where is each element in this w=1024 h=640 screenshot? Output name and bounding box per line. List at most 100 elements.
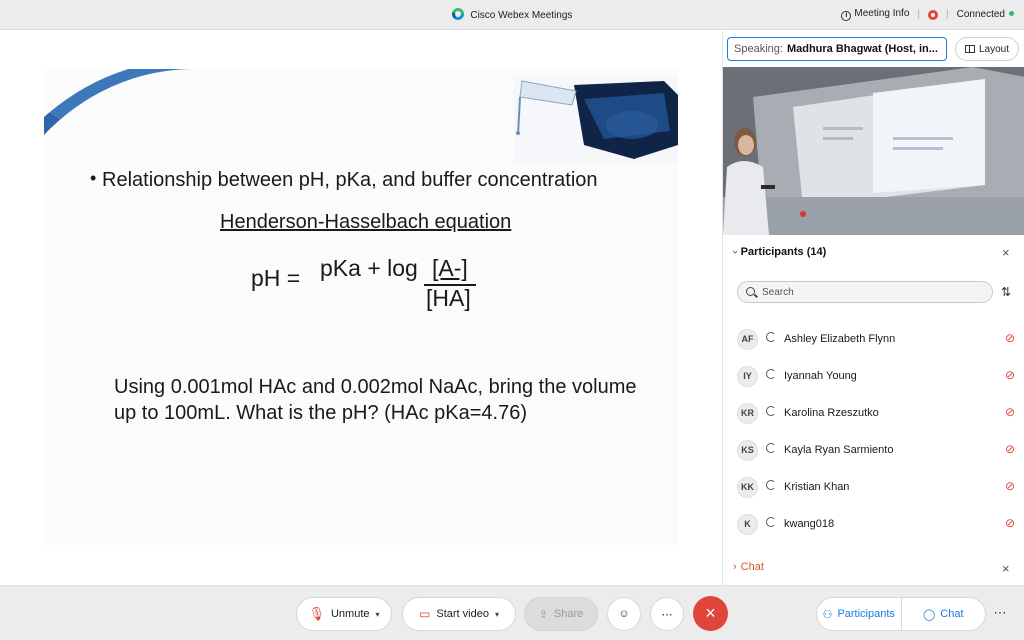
chat-panel-header[interactable]: › Chat [733,561,764,573]
emoji-icon: ☺ [618,608,630,620]
slide-bullet: Relationship between pH, pKa, and buffer… [90,168,598,192]
equation-denominator: [HA] [426,285,471,311]
audio-connection-icon [766,517,776,527]
share-icon: ⇪ [538,608,548,621]
start-video-label: Start video [436,608,489,620]
shared-slide: Relationship between pH, pKa, and buffer… [44,69,678,545]
speaker-video[interactable] [723,67,1024,235]
more-panels-button[interactable]: ⋯ [988,597,1012,631]
right-panel: Speaking: Madhura Bhagwat (Host, in... La… [722,31,1024,585]
audio-connection-icon [766,369,776,379]
shared-content-stage: Relationship between pH, pKa, and buffer… [0,31,722,585]
participant-name: Iyannah Young [784,370,857,382]
layout-label: Layout [978,43,1010,55]
participant-name: kwang018 [784,518,835,530]
connection-status-label: Connected [956,9,1005,20]
close-chat-icon[interactable]: × [1002,561,1010,576]
close-participants-icon[interactable]: × [1002,245,1010,260]
more-icon: ⋯ [661,608,673,621]
participant-row[interactable]: K kwang018 ⊘ [723,505,1024,542]
title-bar-status: i Meeting Info | | Connected [841,8,1014,21]
chat-bubble-icon: ◯ [922,608,936,621]
slide-equation-title: Henderson-Hasselbach equation [220,211,512,233]
meeting-info-button[interactable]: i Meeting Info [841,8,909,21]
more-options-button[interactable]: ⋯ [650,597,684,631]
participant-row[interactable]: KR Karolina Rzeszutko ⊘ [723,394,1024,431]
layout-button[interactable]: Layout [955,37,1019,61]
chat-panel-label: Chat [740,561,764,573]
mic-muted-icon[interactable]: ⊘ [1005,331,1015,345]
equation-numerator: pKa + log [320,255,418,281]
chat-toggle-label: Chat [940,608,964,620]
meeting-toolbar: 🎙 Unmute ▾ ▭ Start video ▾ ⇪ Share ☺ ⋯ ×… [0,585,1024,640]
mic-muted-icon[interactable]: ⊘ [1005,368,1015,382]
flask-image [514,75,678,163]
participants-title: Participants (14) [740,246,827,258]
sort-icon[interactable]: ⇅ [1001,285,1011,299]
participant-name: Karolina Rzeszutko [784,407,879,419]
participant-row[interactable]: AF Ashley Elizabeth Flynn ⊘ [723,320,1024,357]
chevron-down-icon[interactable]: ▾ [495,610,499,619]
unmute-label: Unmute [330,608,370,620]
mic-muted-icon[interactable]: ⊘ [1005,516,1015,530]
speaker-name: Madhura Bhagwat (Host, in... [786,43,938,55]
connection-status: Connected [957,9,1014,20]
participant-name: Kristian Khan [784,481,850,493]
audio-connection-icon [766,406,776,416]
participants-search-input[interactable]: Search [737,281,993,303]
start-video-button[interactable]: ▭ Start video ▾ [402,597,516,631]
title-bar: Cisco Webex Meetings i Meeting Info | | C… [0,0,1024,30]
equation-conjugate-base: [A-] [432,255,468,281]
active-speaker-indicator: Speaking: Madhura Bhagwat (Host, in... [727,37,947,61]
equation-lhs: pH = [251,265,301,291]
search-placeholder: Search [762,287,794,298]
audio-connection-icon [766,480,776,490]
record-icon[interactable] [928,9,939,20]
participant-name: Ashley Elizabeth Flynn [784,333,896,345]
video-off-icon: ▭ [419,607,431,621]
chevron-down-icon[interactable]: ▾ [376,610,380,619]
avatar: K [737,514,758,535]
participant-row[interactable]: IY Iyannah Young ⊘ [723,357,1024,394]
participants-list: AF Ashley Elizabeth Flynn ⊘ IY Iyannah Y… [723,320,1024,542]
mic-muted-icon[interactable]: ⊘ [1005,479,1015,493]
participants-header[interactable]: ›Participants (14) [729,246,827,258]
unmute-button[interactable]: 🎙 Unmute ▾ [296,597,392,631]
mic-muted-icon[interactable]: ⊘ [1005,405,1015,419]
divider: | [917,9,921,20]
divider: | [946,9,949,20]
speaking-label: Speaking: [734,43,783,55]
slide-problem: Using 0.001mol HAc and 0.002mol NaAc, br… [114,376,637,424]
window-title-text: Cisco Webex Meetings [470,10,573,21]
audio-connection-icon [766,443,776,453]
avatar: KS [737,440,758,461]
participant-row[interactable]: KK Kristian Khan ⊘ [723,468,1024,505]
audio-connection-icon [766,332,776,342]
mic-muted-icon[interactable]: ⊘ [1005,442,1015,456]
more-icon: ⋯ [993,605,1007,620]
chat-toggle-button[interactable]: ◯ Chat [900,598,986,630]
avatar: IY [737,366,758,387]
close-icon: × [705,603,716,623]
avatar: KK [737,477,758,498]
mic-muted-icon: 🎙 [308,606,325,621]
layout-icon [964,45,975,53]
reactions-button[interactable]: ☺ [607,597,641,631]
connected-dot-icon [1009,11,1014,16]
share-label: Share [553,608,584,620]
panel-toggle-group: ⚇ Participants ◯ Chat [816,597,986,631]
avatar: KR [737,403,758,424]
share-button[interactable]: ⇪ Share [524,597,598,631]
person-icon: ⚇ [822,608,833,621]
participant-name: Kayla Ryan Sarmiento [784,444,894,456]
participant-row[interactable]: KS Kayla Ryan Sarmiento ⊘ [723,431,1024,468]
webex-logo-icon [451,8,464,20]
participants-toggle-label: Participants [837,608,895,620]
leave-meeting-button[interactable]: × [693,596,728,631]
avatar: AF [737,329,758,350]
meeting-info-label: Meeting Info [854,8,910,19]
chevron-down-icon: › [728,250,741,254]
participants-toggle-button[interactable]: ⚇ Participants [817,598,901,630]
info-icon: i [841,11,852,21]
search-icon [746,287,755,296]
